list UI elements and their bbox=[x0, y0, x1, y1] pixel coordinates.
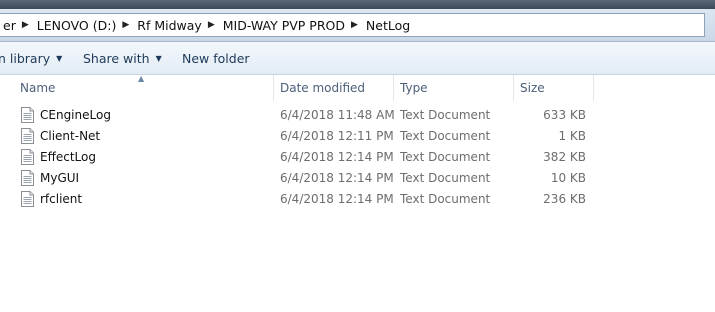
file-date-modified: 6/4/2018 11:48 AM bbox=[280, 108, 395, 122]
file-size: 236 KB bbox=[543, 192, 586, 206]
column-header-date[interactable]: Date modified bbox=[274, 75, 394, 101]
column-header-size-label: Size bbox=[520, 81, 545, 95]
file-row[interactable]: MyGUI 6/4/2018 12:14 PM Text Document 10… bbox=[0, 168, 715, 189]
file-date-modified: 6/4/2018 12:11 PM bbox=[280, 129, 394, 143]
file-name[interactable]: rfclient bbox=[40, 189, 82, 210]
chevron-down-icon: ▼ bbox=[56, 53, 63, 63]
file-size: 633 KB bbox=[543, 108, 586, 122]
text-file-icon bbox=[21, 107, 34, 123]
file-row[interactable]: CEngineLog 6/4/2018 11:48 AM Text Docume… bbox=[0, 105, 715, 126]
breadcrumb-separator-icon[interactable]: ▶ bbox=[347, 20, 362, 30]
file-row[interactable]: Client-Net 6/4/2018 12:11 PM Text Docume… bbox=[0, 126, 715, 147]
breadcrumb-separator-icon[interactable]: ▶ bbox=[18, 20, 33, 30]
column-header-type-label: Type bbox=[400, 81, 428, 95]
file-row[interactable]: rfclient 6/4/2018 12:14 PM Text Document… bbox=[0, 189, 715, 210]
file-date-modified: 6/4/2018 12:14 PM bbox=[280, 150, 394, 164]
column-divider[interactable] bbox=[593, 75, 594, 101]
include-in-library-label: n library bbox=[0, 50, 51, 66]
breadcrumb[interactable]: er ▶ LENOVO (D:) ▶ Rf Midway ▶ MID-WAY P… bbox=[0, 13, 705, 37]
file-type: Text Document bbox=[400, 150, 491, 164]
file-type: Text Document bbox=[400, 192, 491, 206]
breadcrumb-item[interactable]: LENOVO (D:) bbox=[33, 18, 119, 33]
text-file-icon bbox=[21, 191, 34, 207]
text-file-icon bbox=[21, 128, 34, 144]
breadcrumb-item[interactable]: Rf Midway bbox=[133, 18, 204, 33]
window-top-strip bbox=[0, 0, 715, 9]
command-toolbar: n library ▼ Share with ▼ New folder bbox=[0, 42, 715, 75]
file-name[interactable]: MyGUI bbox=[40, 168, 79, 189]
file-size: 1 KB bbox=[558, 129, 586, 143]
file-type: Text Document bbox=[400, 171, 491, 185]
file-date-modified: 6/4/2018 12:14 PM bbox=[280, 192, 394, 206]
new-folder-label: New folder bbox=[182, 50, 250, 66]
file-name[interactable]: Client-Net bbox=[40, 126, 100, 147]
column-header-row: Name ▲ Date modified Type Size bbox=[0, 74, 715, 101]
include-in-library-button[interactable]: n library ▼ bbox=[0, 51, 62, 66]
breadcrumb-separator-icon[interactable]: ▶ bbox=[118, 20, 133, 30]
file-date-modified: 6/4/2018 12:14 PM bbox=[280, 171, 394, 185]
address-bar: er ▶ LENOVO (D:) ▶ Rf Midway ▶ MID-WAY P… bbox=[0, 9, 715, 42]
file-row[interactable]: EffectLog 6/4/2018 12:14 PM Text Documen… bbox=[0, 147, 715, 168]
breadcrumb-item[interactable]: er bbox=[0, 18, 18, 33]
breadcrumb-item[interactable]: MID-WAY PVP PROD bbox=[219, 18, 347, 33]
column-header-date-label: Date modified bbox=[280, 81, 366, 95]
share-with-label: Share with bbox=[83, 50, 150, 66]
column-header-size[interactable]: Size bbox=[514, 75, 594, 101]
file-name[interactable]: EffectLog bbox=[40, 147, 96, 168]
new-folder-button[interactable]: New folder bbox=[182, 51, 250, 66]
breadcrumb-separator-icon[interactable]: ▶ bbox=[204, 20, 219, 30]
text-file-icon bbox=[21, 149, 34, 165]
chevron-down-icon: ▼ bbox=[155, 53, 162, 63]
text-file-icon bbox=[21, 170, 34, 186]
file-name[interactable]: CEngineLog bbox=[40, 105, 111, 126]
column-header-type[interactable]: Type bbox=[394, 75, 514, 101]
sort-ascending-icon: ▲ bbox=[138, 74, 145, 83]
file-size: 382 KB bbox=[543, 150, 586, 164]
share-with-button[interactable]: Share with ▼ bbox=[83, 51, 162, 66]
file-type: Text Document bbox=[400, 129, 491, 143]
breadcrumb-item-current[interactable]: NetLog bbox=[362, 18, 412, 33]
file-size: 10 KB bbox=[550, 171, 586, 185]
file-type: Text Document bbox=[400, 108, 491, 122]
file-list-pane: Name ▲ Date modified Type Size CEngineLo… bbox=[0, 74, 715, 312]
column-header-name-label: Name bbox=[20, 81, 56, 95]
